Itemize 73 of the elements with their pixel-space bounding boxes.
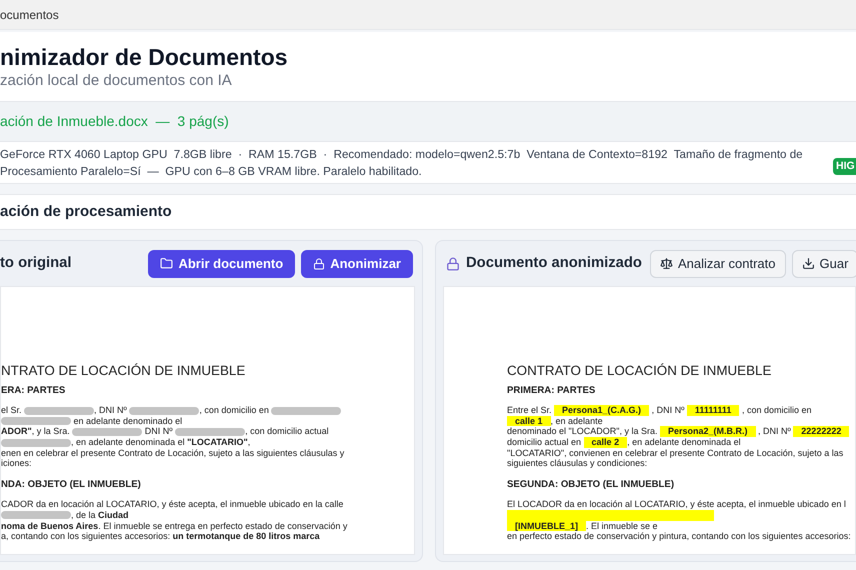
document-text: , de la	[71, 510, 97, 520]
document-text: , DNI Nº	[650, 405, 686, 415]
redaction-bar	[175, 428, 246, 436]
document-text: el Sr.	[1, 405, 23, 415]
document-text: un termotanque de 80 litros marca	[172, 531, 320, 542]
document-text: , con domicilio actual	[245, 426, 329, 436]
document-text: domicilio actual en	[507, 437, 582, 448]
document-text: en perfecto estado de conservación y pintura, contando con los siguientes accesorios:	[507, 531, 851, 542]
document-text: noma de Buenos Aires	[1, 520, 98, 530]
document-text: . El inmueble se e	[586, 520, 658, 530]
document-text: , DNI Nº	[757, 426, 792, 436]
document-text: enen en celebrar el presente Contrato de Locación, sujeto a las siguientes cláusulas y	[1, 448, 344, 458]
redaction-bar	[1, 511, 71, 520]
document-text: El LOCADOR da en locación al LOCATARIO, y éste acepta, el inmueble ubicado en l	[507, 499, 846, 510]
document-text: "LOCATARIO"	[187, 437, 248, 448]
document-text: , en adelante denominada el	[71, 437, 186, 448]
document-text: . El inmueble se entrega en perfecto estado de conservación y	[98, 520, 348, 530]
anonymize-button[interactable]: Anonimizar	[301, 250, 413, 278]
redaction-bar	[24, 406, 94, 415]
system-info-text: GeForce RTX 4060 Laptop GPU 7.8GB libre · RAM 15.7GB · Recomendado: modelo=qwen2.5:7b Ventana de Contexto=8192 Tamaño de fragmento de	[0, 146, 803, 162]
panel-title: Documento anonimizado	[466, 254, 642, 274]
clause-heading: SEGUNDA: OBJETO (EL INMUEBLE)	[507, 479, 676, 492]
clause-heading: NDA: OBJETO (EL INMUEBLE)	[1, 479, 142, 492]
lock-icon	[313, 258, 326, 270]
highlighted-text: calle 1	[507, 416, 551, 426]
document-text: ,	[248, 437, 250, 448]
window-title: ocumentos	[0, 6, 59, 24]
document-text: "LOCATARIO", convienen en celebrar el presente Contrato de Locación, sujeto a las	[507, 448, 844, 458]
folder-icon	[160, 257, 174, 270]
highlighted-text: Persona1_(C.A.G.)	[554, 405, 650, 416]
status-badge: HIG	[833, 158, 856, 176]
document-title: NTRATO DE LOCACIÓN DE INMUEBLE	[1, 363, 246, 379]
system-info-text: Procesamiento Paralelo=Sí — GPU con 6–8 GB VRAM libre. Paralelo habilitado.	[0, 164, 422, 180]
document-text: , y la Sra.	[32, 426, 71, 436]
clause-heading: PRIMERA: PARTES	[507, 385, 596, 397]
open-button[interactable]: Abrir documento	[148, 250, 296, 278]
clause-heading: ERA: PARTES	[1, 385, 66, 397]
section-title: ación de procesamiento	[0, 202, 172, 222]
highlighted-text: [INMUEBLE_1]	[507, 520, 586, 532]
document-text: ADOR"	[1, 426, 32, 436]
document-text: siguientes cláusulas y condiciones:	[507, 458, 648, 468]
analyze-button[interactable]: Analizar contrato	[650, 250, 786, 278]
app-title: nimizador de Documentos	[0, 42, 289, 70]
document-text: DNI Nº	[144, 426, 174, 436]
panel-title: to original	[0, 254, 72, 274]
highlighted-text: 11111111	[686, 405, 740, 416]
app-subtitle: zación local de documentos con IA	[0, 70, 233, 90]
redaction-bar	[271, 406, 342, 415]
redaction-bar	[72, 428, 142, 436]
save-button[interactable]: Guar	[792, 250, 856, 278]
document-title: CONTRATO DE LOCACIÓN DE INMUEBLE	[507, 363, 772, 379]
redaction-bar	[1, 417, 71, 426]
document-text: a, contando con los siguientes accesorios:	[1, 531, 172, 542]
document-text: , en adelante denominada el	[627, 437, 741, 448]
document-text: iciones:	[1, 458, 32, 468]
document-text: denominado el "LOCADOR", y la Sra.	[507, 426, 658, 436]
scale-icon	[660, 257, 673, 270]
file-info: ación de Inmueble.docx — 3 pág(s)	[0, 112, 229, 131]
document-text: CADOR da en locación al LOCATARIO, y éste acepta, el inmueble ubicado en la calle	[1, 499, 344, 510]
redaction-bar	[1, 438, 71, 447]
highlighted-text: calle 2	[584, 437, 628, 448]
redaction-bar	[129, 406, 200, 415]
highlighted-text: 22222222	[793, 426, 850, 438]
download-icon	[802, 257, 814, 270]
highlighted-text: Persona2_(M.B.R.)	[660, 426, 756, 438]
document-text: , DNI Nº	[94, 405, 128, 415]
document-text: Entre el Sr.	[507, 405, 553, 415]
lock-icon	[446, 256, 460, 270]
document-text: en adelante denominado el	[72, 416, 182, 426]
document-text: , con domicilio en	[199, 405, 270, 415]
document-text: Ciudad	[98, 510, 129, 520]
document-text: , en adelante	[550, 416, 603, 426]
document-text: , con domicilio en	[740, 405, 812, 415]
